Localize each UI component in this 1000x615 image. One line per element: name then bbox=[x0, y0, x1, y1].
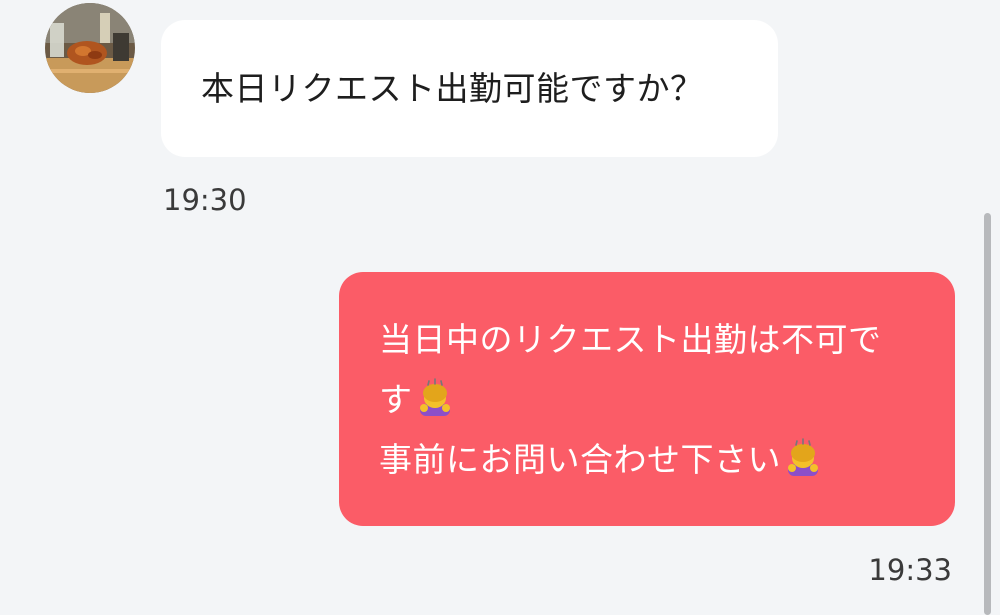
outgoing-message-text-2: す bbox=[379, 380, 413, 419]
person-bowing-icon bbox=[783, 438, 823, 478]
person-bowing-icon bbox=[415, 378, 455, 418]
incoming-message-bubble[interactable]: 本日リクエスト出勤可能ですか？ bbox=[161, 20, 778, 157]
sender-avatar[interactable] bbox=[45, 3, 135, 93]
outgoing-message-line: 事前にお問い合わせ下さい bbox=[379, 430, 925, 490]
outgoing-message-bubble[interactable]: 当日中のリクエスト出勤は不可で す 事前にお問い合わせ下さい bbox=[339, 272, 955, 526]
chat-thread: 本日リクエスト出勤可能ですか？ 19:30 当日中のリクエスト出勤は不可で す … bbox=[0, 0, 1000, 615]
incoming-message-timestamp: 19:30 bbox=[163, 183, 247, 217]
outgoing-message-text-1: 当日中のリクエスト出勤は不可で bbox=[379, 320, 882, 359]
incoming-message-text: 本日リクエスト出勤可能ですか？ bbox=[201, 69, 704, 108]
outgoing-message-timestamp: 19:33 bbox=[868, 553, 952, 587]
outgoing-message-line: す bbox=[379, 370, 925, 430]
outgoing-message-text-3: 事前にお問い合わせ下さい bbox=[379, 440, 781, 479]
scrollbar[interactable] bbox=[984, 213, 991, 615]
outgoing-message-line: 当日中のリクエスト出勤は不可で bbox=[379, 310, 925, 370]
